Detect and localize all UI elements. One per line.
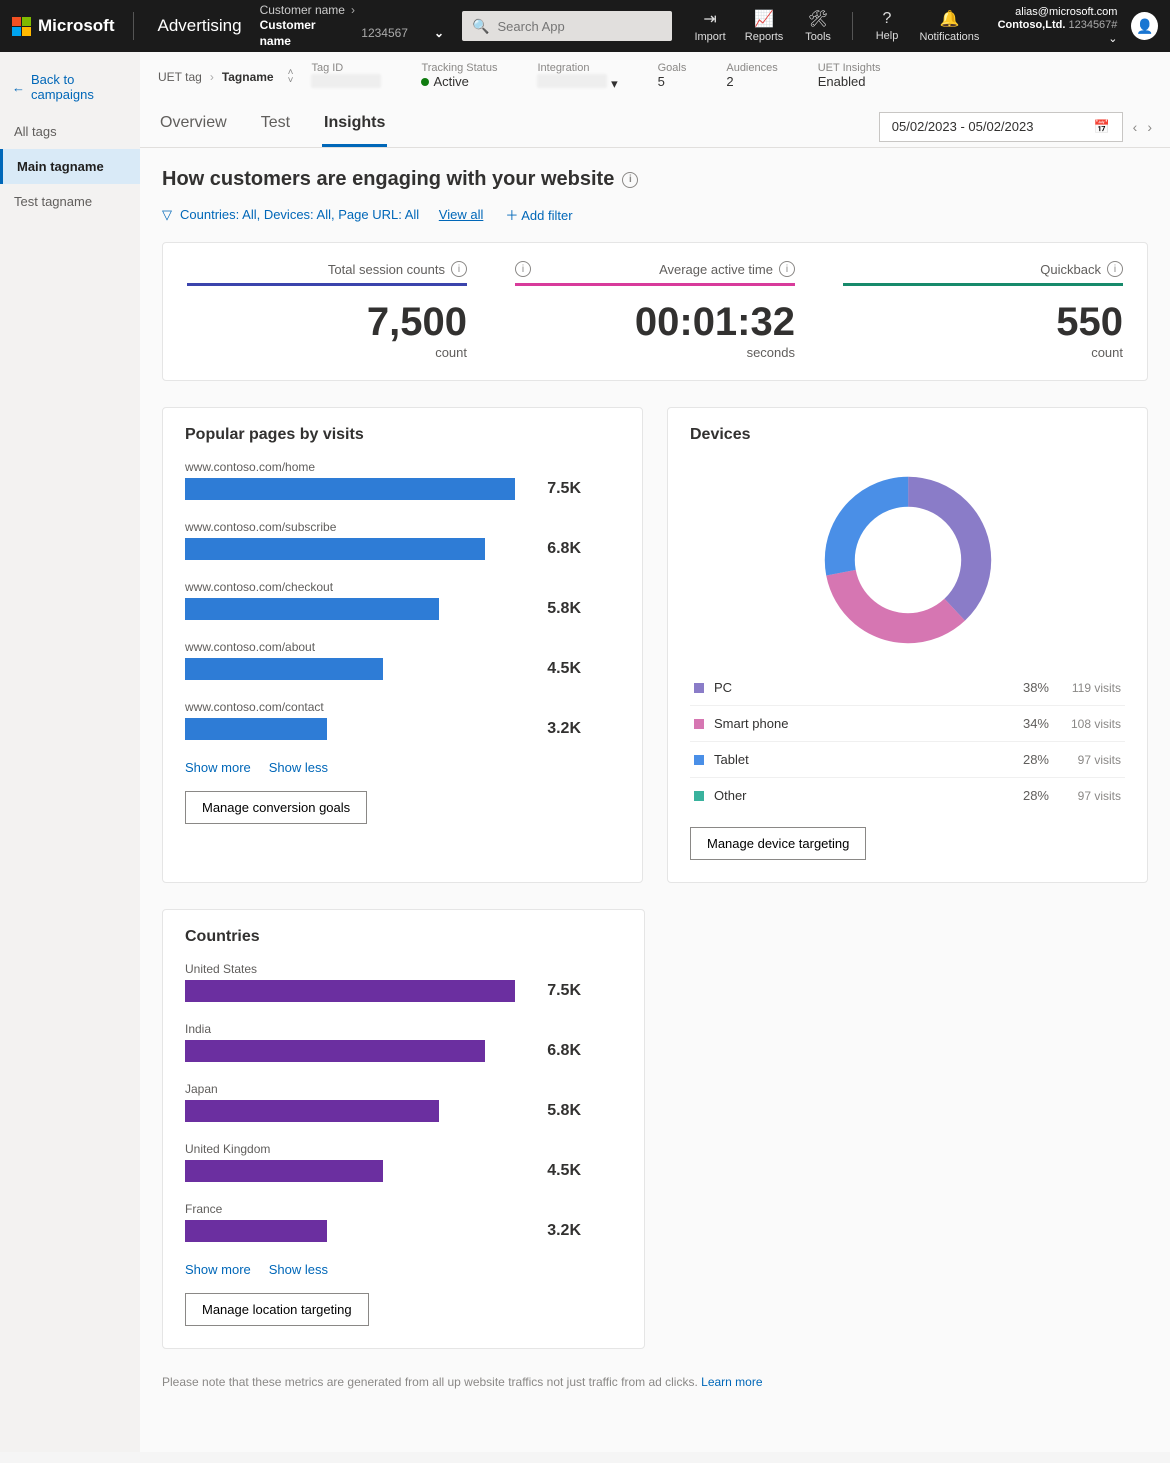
bar-row: United States 7.5K <box>185 962 622 1002</box>
bar-row: www.contoso.com/subscribe 6.8K <box>185 520 620 560</box>
bar-row: United Kingdom 4.5K <box>185 1142 622 1182</box>
top-bar: Microsoft Advertising Customer name Cust… <box>0 0 1170 52</box>
import-icon: ⇥ <box>703 9 716 29</box>
search-icon: 🔍 <box>472 18 489 35</box>
filter-bar: ▽ Countries: All, Devices: All, Page URL… <box>162 205 1148 224</box>
info-icon[interactable]: i <box>515 261 531 277</box>
chevron-down-icon: ⌄ <box>434 26 444 42</box>
divider <box>133 12 134 40</box>
prev-period-button[interactable]: ‹ <box>1133 119 1138 135</box>
filter-icon: ▽ <box>162 207 172 223</box>
info-icon[interactable]: i <box>779 261 795 277</box>
kpi-active-time[interactable]: iAverage active timei 00:01:32 seconds <box>491 243 819 380</box>
kpi-card: Total session countsi 7,500 count iAvera… <box>162 242 1148 381</box>
devices-card: Devices PC 38% 119 visits Smart phone 34… <box>667 407 1148 883</box>
customer-selector[interactable]: Customer name Customer name 1234567⌄ <box>260 3 444 50</box>
swatch-icon <box>694 755 704 765</box>
tools-button[interactable]: 🛠Tools <box>798 9 838 43</box>
bar-row: www.contoso.com/home 7.5K <box>185 460 620 500</box>
next-period-button[interactable]: › <box>1147 119 1152 135</box>
show-more-link[interactable]: Show more <box>185 1262 251 1277</box>
brand-product: Advertising <box>157 16 241 36</box>
bell-icon: 🔔 <box>940 9 960 29</box>
reports-button[interactable]: 📈Reports <box>744 9 784 43</box>
learn-more-link[interactable]: Learn more <box>701 1375 762 1389</box>
help-button[interactable]: ?Help <box>867 10 907 42</box>
kpi-quickback[interactable]: Quickbacki 550 count <box>819 243 1147 380</box>
manage-conversion-goals-button[interactable]: Manage conversion goals <box>185 791 367 824</box>
show-more-link[interactable]: Show more <box>185 760 251 775</box>
sidebar: ← Back to campaigns All tagsMain tagname… <box>0 52 140 1452</box>
tools-icon: 🛠 <box>808 9 828 29</box>
calendar-icon: 📅 <box>1093 119 1109 135</box>
kpi-sessions[interactable]: Total session countsi 7,500 count <box>163 243 491 380</box>
sidebar-item[interactable]: Test tagname <box>0 184 140 219</box>
sidebar-item[interactable]: Main tagname <box>0 149 140 184</box>
meta-audiences: Audiences2 <box>726 62 777 92</box>
meta-goals: Goals5 <box>658 62 687 92</box>
tab-overview[interactable]: Overview <box>158 106 229 147</box>
arrow-left-icon: ← <box>12 80 25 95</box>
account-menu[interactable]: alias@microsoft.com Contoso,Ltd. 1234567… <box>992 6 1118 46</box>
bar-row: www.contoso.com/about 4.5K <box>185 640 620 680</box>
popular-pages-card: Popular pages by visits www.contoso.com/… <box>162 407 643 883</box>
bar-row: Japan 5.8K <box>185 1082 622 1122</box>
view-all-filters-link[interactable]: View all <box>439 207 484 222</box>
tab-insights[interactable]: Insights <box>322 106 387 147</box>
devices-donut-chart <box>818 470 998 650</box>
meta-integration: Integration ▾ <box>537 62 617 92</box>
bar-row: www.contoso.com/checkout 5.8K <box>185 580 620 620</box>
meta-tracking-status: Tracking StatusActive <box>421 62 497 92</box>
status-dot-icon <box>421 78 429 86</box>
microsoft-logo: Microsoft <box>12 16 115 36</box>
legend-row: Tablet 28% 97 visits <box>690 741 1125 777</box>
brand-company: Microsoft <box>38 16 115 36</box>
main-content: UET tag Tagname ˄˅ Tag ID Tracking Statu… <box>140 52 1170 1452</box>
swatch-icon <box>694 791 704 801</box>
legend-row: Other 28% 97 visits <box>690 777 1125 813</box>
help-icon: ? <box>883 10 892 28</box>
info-icon[interactable]: i <box>1107 261 1123 277</box>
chevron-right-icon <box>351 3 355 19</box>
stepper-icon[interactable]: ˄˅ <box>288 69 294 85</box>
show-less-link[interactable]: Show less <box>269 760 328 775</box>
add-filter-button[interactable]: ＋ Add filter <box>505 205 572 224</box>
manage-device-targeting-button[interactable]: Manage device targeting <box>690 827 866 860</box>
meta-tag-id: Tag ID <box>311 62 381 92</box>
breadcrumb: UET tag Tagname ˄˅ <box>158 69 293 85</box>
chevron-down-icon: ⌄ <box>1108 33 1117 45</box>
tab-test[interactable]: Test <box>259 106 292 147</box>
search-box[interactable]: 🔍 <box>462 11 672 41</box>
reports-icon: 📈 <box>754 9 774 29</box>
legend-row: Smart phone 34% 108 visits <box>690 705 1125 741</box>
bar-row: www.contoso.com/contact 3.2K <box>185 700 620 740</box>
swatch-icon <box>694 683 704 693</box>
info-icon[interactable]: i <box>622 172 638 188</box>
import-button[interactable]: ⇥Import <box>690 9 730 43</box>
manage-location-targeting-button[interactable]: Manage location targeting <box>185 1293 369 1326</box>
chevron-right-icon <box>210 70 214 84</box>
back-to-campaigns-link[interactable]: ← Back to campaigns <box>0 60 140 114</box>
info-icon[interactable]: i <box>451 261 467 277</box>
notifications-button[interactable]: 🔔Notifications <box>921 9 978 43</box>
countries-card: Countries United States 7.5KIndia 6.8KJa… <box>162 909 645 1349</box>
avatar[interactable]: 👤 <box>1131 12 1158 40</box>
meta-uet-insights: UET InsightsEnabled <box>818 62 881 92</box>
date-range-picker[interactable]: 05/02/2023 - 05/02/2023 📅 <box>879 112 1123 142</box>
show-less-link[interactable]: Show less <box>269 1262 328 1277</box>
swatch-icon <box>694 719 704 729</box>
search-input[interactable] <box>497 19 673 34</box>
sidebar-item[interactable]: All tags <box>0 114 140 149</box>
page-title: How customers are engaging with your web… <box>162 168 1148 191</box>
legend-row: PC 38% 119 visits <box>690 670 1125 705</box>
bar-row: India 6.8K <box>185 1022 622 1062</box>
bar-row: France 3.2K <box>185 1202 622 1242</box>
footnote: Please note that these metrics are gener… <box>162 1375 1148 1389</box>
